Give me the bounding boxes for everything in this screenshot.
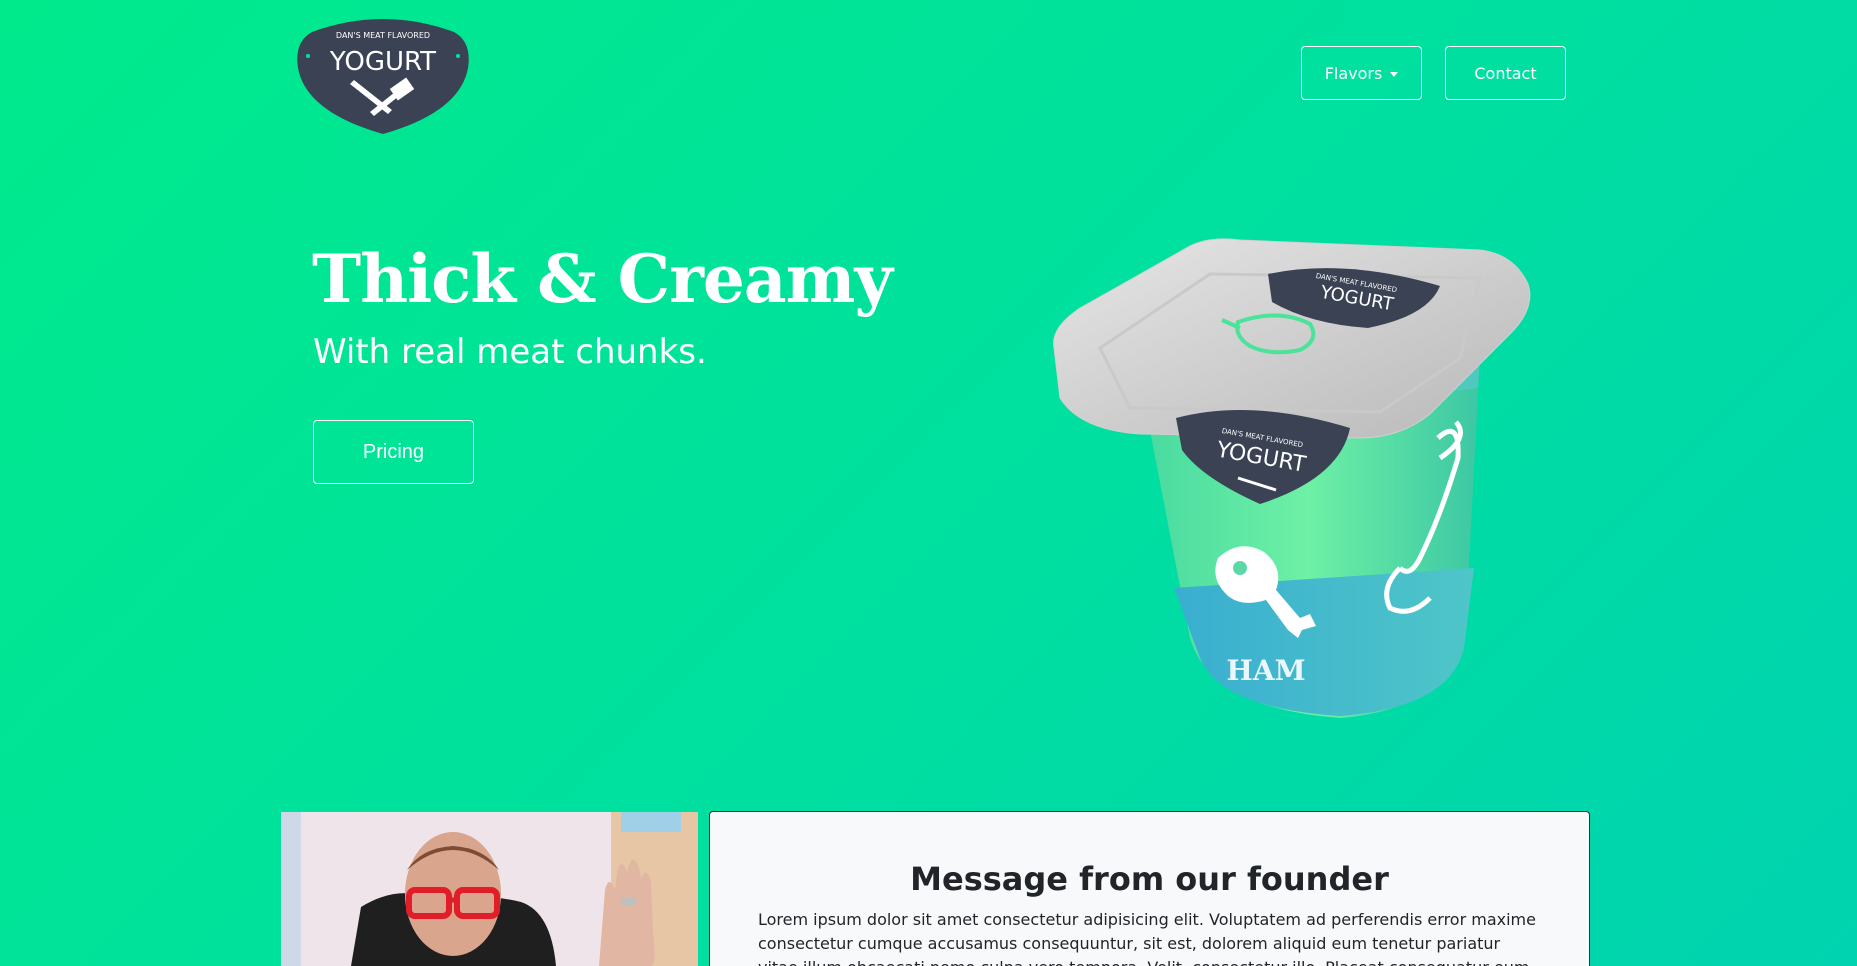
hero-title: Thick & Creamy: [312, 240, 893, 318]
yogurt-logo-icon: DAN'S MEAT FLAVORED YOGURT: [297, 19, 469, 134]
founder-message-title: Message from our founder: [910, 860, 1389, 898]
pricing-button[interactable]: Pricing: [313, 420, 474, 484]
flavor-label: HAM: [1226, 654, 1305, 687]
caret-down-icon: [1390, 71, 1399, 77]
founder-message-body: Lorem ipsum dolor sit amet consectetur a…: [758, 910, 1536, 966]
founder-portrait-icon: [281, 812, 698, 966]
logo-top-text: DAN'S MEAT FLAVORED: [336, 31, 430, 40]
product-image: DAN'S MEAT FLAVORED YOGURT DAN'S MEAT FL…: [1040, 238, 1550, 718]
flavors-label: Flavors: [1324, 63, 1383, 83]
flavors-dropdown-button[interactable]: Flavors: [1301, 46, 1422, 100]
hero-subtitle: With real meat chunks.: [313, 332, 707, 372]
contact-label: Contact: [1474, 63, 1537, 83]
logo-main-text: YOGURT: [329, 47, 436, 77]
founder-photo: [281, 812, 698, 966]
brand-logo[interactable]: DAN'S MEAT FLAVORED YOGURT: [292, 12, 474, 136]
contact-button[interactable]: Contact: [1445, 46, 1566, 100]
founder-message-card: Message from our founder Lorem ipsum dol…: [709, 811, 1590, 966]
